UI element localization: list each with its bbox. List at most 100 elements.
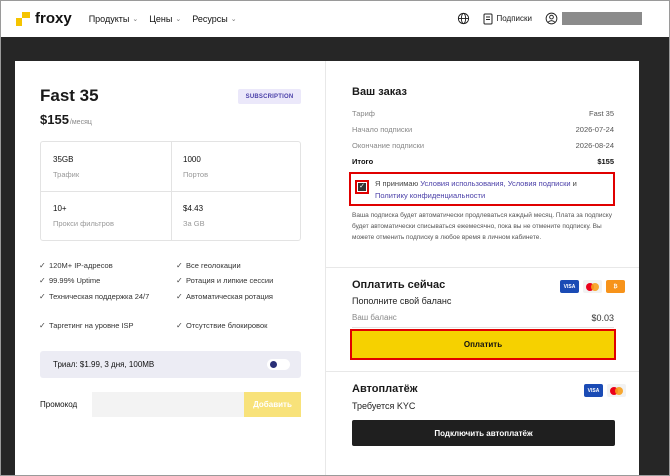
feature-item: ✓ Ротация и липкие сессии [176,275,301,286]
terms-mid: и [570,179,577,188]
row-label: Тариф [352,109,375,118]
pay-button[interactable]: Оплатить [352,331,614,358]
row-value: Fast 35 [588,109,614,118]
price-value: $155 [40,112,69,127]
logo-text: froxy [35,10,72,27]
stat-per-gb: $4.43 За GB [171,191,301,240]
document-icon [483,13,493,24]
pay-now-title: Оплатить сейчас [352,279,446,291]
feature-text: Таргетинг на уровне ISP [49,321,134,330]
stat-label: Трафик [53,170,80,179]
feature-text: Техническая поддержка 24/7 [49,292,150,301]
globe-icon[interactable] [457,12,470,25]
payment-methods: VISA ₿ [556,280,625,293]
feature-text: Все геолокации [186,261,241,270]
plan-price: $155/месяц [40,112,92,127]
user-icon[interactable] [545,12,558,25]
stat-traffic: 35GB Трафик [41,142,171,191]
feature-text: Ротация и липкие сессии [186,276,274,285]
check-icon: ✓ [176,261,183,270]
order-row-end: Окончание подписки 2026-08-24 [352,141,614,150]
chevron-down-icon: ⌄ [132,15,139,23]
renewal-note: Ваша подписка будет автоматически продле… [352,212,612,241]
trial-option: Триал: $1.99, 3 дня, 100MB [40,351,301,378]
nav-products-label: Продукты [88,13,130,24]
feature-text: Автоматическая ротация [186,292,273,301]
top-navbar: froxy Продукты ⌄ Цены ⌄ Ресурсы ⌄ Подписки [0,0,670,37]
subscription-badge: SUBSCRIPTION [238,89,301,104]
privacy-link[interactable]: Политику конфиденциальности [375,191,485,200]
kyc-required-text: Требуется KYC [352,401,416,411]
stat-value: $4.43 [183,204,204,213]
promo-code-input[interactable] [92,392,245,417]
nav-prices-label: Цены [149,13,173,24]
check-icon: ✓ [176,276,183,285]
nav-resources-label: Ресурсы [192,13,228,24]
terms-link[interactable]: Условия использования, Условия подписки [420,179,570,188]
balance-label: Ваш баланс [352,313,397,322]
stat-label: За GB [183,219,205,228]
check-icon: ✓ [176,292,183,301]
chevron-down-icon: ⌄ [230,15,237,23]
nav-resources[interactable]: Ресурсы ⌄ [192,14,236,24]
price-period: /месяц [69,119,92,126]
stat-label: Портов [183,170,209,179]
order-row-plan: Тариф Fast 35 [352,109,614,118]
order-title: Ваш заказ [352,86,407,98]
feature-text: 99.99% Uptime [49,276,101,285]
check-icon: ✓ [39,321,46,330]
plan-stats: 35GB Трафик 1000 Портов 10+ Прокси фильтров… [40,141,301,241]
stat-value: 1000 [183,155,201,164]
visa-icon: VISA [560,280,579,293]
stat-value: 35GB [53,155,74,164]
nav-prices[interactable]: Цены ⌄ [149,14,181,24]
feature-text: Отсутствие блокировок [186,321,268,330]
stat-value: 10+ [53,204,67,213]
checkout-card: Fast 35 SUBSCRIPTION $155/месяц 35GB Траф… [15,61,639,476]
toggle-knob [270,361,277,368]
plan-panel: Fast 35 SUBSCRIPTION $155/месяц 35GB Траф… [15,61,326,476]
row-value: $155 [597,157,614,166]
autopay-methods: VISA [580,384,626,397]
feature-item: ✓ Автоматическая ротация [176,291,301,302]
refill-text: Пополните свой баланс [352,296,452,306]
bitcoin-icon: ₿ [606,280,625,293]
terms-checkbox[interactable]: ✓ [355,180,369,194]
subscriptions-label: Подписки [496,14,532,23]
subscriptions-link[interactable]: Подписки [483,13,532,25]
feature-item: ✓ Таргетинг на уровне ISP [39,320,164,331]
row-value: 2026-08-24 [575,141,614,150]
stat-label: Прокси фильтров [53,219,114,228]
feature-item: ✓ Отсутствие блокировок [176,320,301,331]
balance-row: Ваш баланс $0.03 [352,313,614,328]
logo[interactable]: froxy [16,10,72,27]
order-row-start: Начало подписки 2026-07-24 [352,125,614,134]
mastercard-icon [583,280,602,293]
stat-ports: 1000 Портов [171,142,301,191]
header-actions: Подписки [457,0,642,37]
trial-toggle[interactable] [267,359,290,370]
check-icon: ✓ [39,261,46,270]
nav-products[interactable]: Продукты ⌄ [89,14,139,24]
row-label: Окончание подписки [352,141,425,150]
logo-icon [16,11,30,26]
check-icon: ✓ [39,292,46,301]
divider [326,267,639,268]
row-label: Итого [352,157,374,166]
autopay-title: Автоплатёж [352,383,418,395]
add-promo-button[interactable]: Добавить [244,392,301,417]
feature-item: ✓ 120M+ IP-адресов [39,260,164,271]
feature-item: ✓ Техническая поддержка 24/7 [39,291,157,302]
stat-filters: 10+ Прокси фильтров [41,191,171,240]
user-name-redacted [562,12,642,25]
row-value: 2026-07-24 [575,125,614,134]
enable-autopay-button[interactable]: Подключить автоплатёж [352,420,615,446]
main-nav: Продукты ⌄ Цены ⌄ Ресурсы ⌄ [89,14,248,24]
terms-agreement: ✓ Я принимаю Условия использования, Усло… [349,172,615,206]
visa-icon: VISA [584,384,603,397]
terms-prefix: Я принимаю [375,179,421,188]
pay-button-highlight: Оплатить [350,329,616,360]
check-icon: ✓ [176,321,183,330]
check-icon: ✓ [358,183,366,191]
row-label: Начало подписки [352,125,413,134]
